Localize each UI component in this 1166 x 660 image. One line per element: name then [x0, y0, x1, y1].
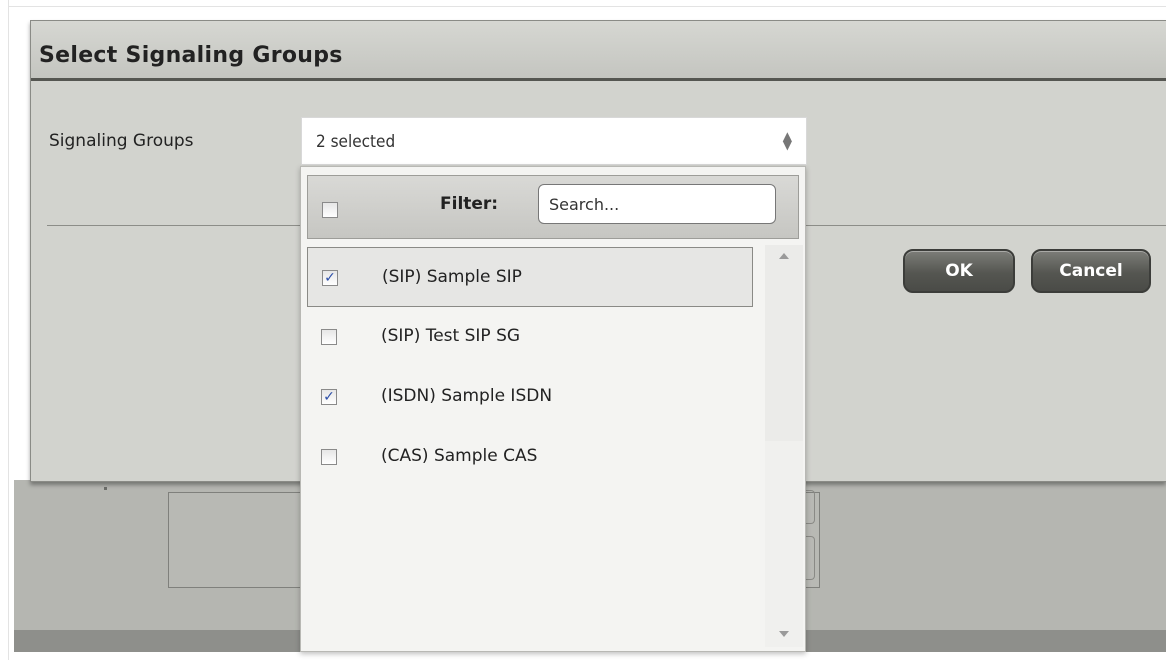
- background-field-edge: [806, 490, 815, 524]
- select-value: 2 selected: [316, 132, 396, 152]
- up-down-arrows-icon: ▲ ▼: [782, 129, 792, 152]
- list-item[interactable]: (SIP) Test SIP SG: [307, 307, 753, 367]
- item-label: (SIP) Sample SIP: [382, 267, 522, 287]
- page-frame-top: [8, 6, 1166, 7]
- signaling-group-list: ✓ (SIP) Sample SIP (SIP) Test SIP SG ✓ (…: [307, 245, 803, 647]
- filter-bar: Filter:: [307, 175, 799, 239]
- list-item[interactable]: ✓ (SIP) Sample SIP: [307, 247, 753, 307]
- dialog-title-bar: Select Signaling Groups: [31, 21, 1166, 81]
- background-field-edge: [806, 536, 815, 580]
- signaling-groups-label: Signaling Groups: [49, 131, 194, 151]
- page-frame-left: [8, 0, 9, 660]
- scroll-down-arrow-icon[interactable]: [779, 631, 789, 637]
- list-item[interactable]: (CAS) Sample CAS: [307, 427, 753, 487]
- scrollbar-track[interactable]: [765, 245, 803, 441]
- dialog-title: Select Signaling Groups: [39, 43, 343, 68]
- scroll-up-arrow-icon[interactable]: [779, 253, 789, 259]
- item-checkbox[interactable]: ✓: [321, 389, 337, 405]
- signaling-groups-select[interactable]: 2 selected ▲ ▼: [301, 117, 807, 165]
- signaling-groups-dropdown: Filter: ✓ (SIP) Sample SIP (SIP) Test SI…: [300, 166, 806, 652]
- item-checkbox[interactable]: ✓: [322, 270, 338, 286]
- filter-search-input[interactable]: [538, 184, 776, 224]
- list-scrollbar[interactable]: [765, 245, 803, 647]
- filter-label: Filter:: [440, 194, 499, 214]
- background-marker: [104, 487, 107, 490]
- cancel-button[interactable]: Cancel: [1031, 249, 1151, 293]
- item-checkbox[interactable]: [321, 329, 337, 345]
- checkmark-icon: ✓: [324, 270, 336, 286]
- item-label: (SIP) Test SIP SG: [381, 326, 521, 346]
- item-label: (ISDN) Sample ISDN: [381, 386, 553, 406]
- checkmark-icon: ✓: [323, 389, 335, 405]
- item-label: (CAS) Sample CAS: [381, 446, 538, 466]
- item-checkbox[interactable]: [321, 449, 337, 465]
- list-item[interactable]: ✓ (ISDN) Sample ISDN: [307, 367, 753, 427]
- select-all-checkbox[interactable]: [322, 202, 338, 218]
- ok-button[interactable]: OK: [903, 249, 1015, 293]
